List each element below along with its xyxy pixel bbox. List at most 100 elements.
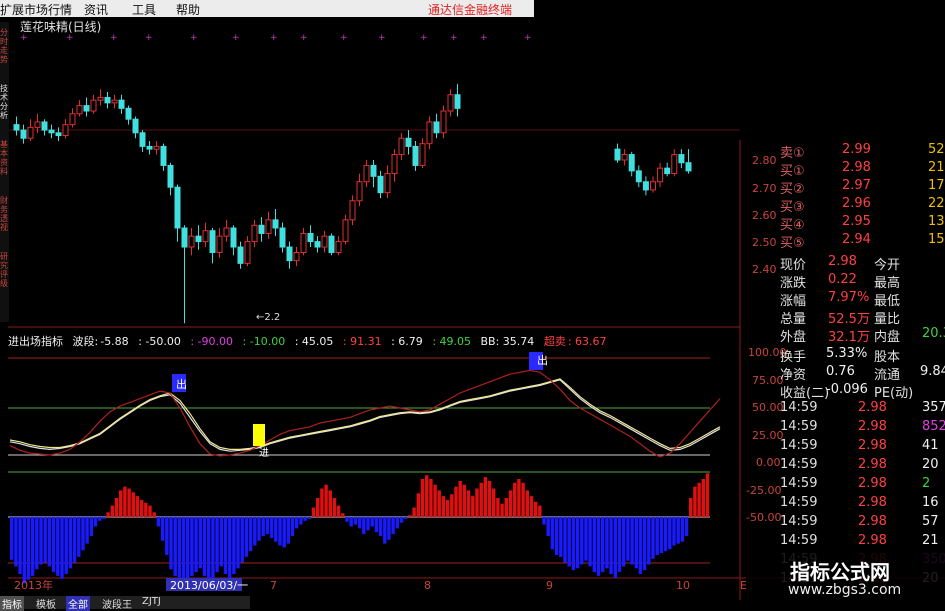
- candle-body-50: [363, 164, 370, 183]
- indicator-bar-45: [198, 517, 202, 569]
- candle-body-47: [342, 219, 349, 243]
- indicator-bar-95: [408, 515, 412, 517]
- indicator-bar-13: [64, 517, 68, 574]
- tick-time: 14:59: [780, 533, 818, 548]
- indicator-bar-103: [441, 496, 446, 517]
- tab-fundamental[interactable]: 基本资料: [0, 140, 9, 176]
- book-price: 2.95: [842, 214, 871, 229]
- candle-body-54: [391, 154, 398, 175]
- book-label: 买⑤: [780, 236, 805, 251]
- left-tab-strip: 分时走势 技术分析 基本资料 财务透视 研究评级: [0, 22, 9, 322]
- indicator-bar-2: [18, 517, 22, 574]
- book-row: 买① 2.98 21: [730, 158, 945, 179]
- indicator-bar-7: [39, 517, 43, 565]
- tick-row: 14:59 2.98 16: [730, 493, 945, 513]
- tab-zjtj[interactable]: ZJTJ: [140, 596, 163, 607]
- candle-body-5: [48, 129, 55, 134]
- indicator-bar-41: [181, 517, 186, 584]
- top-marker-2: +: [110, 33, 118, 43]
- tick-price: 2.98: [858, 400, 887, 415]
- watermark-url: www.zbgs3.com: [788, 582, 902, 598]
- quote-panel: 卖① 2.99 52 买① 2.98 21 买② 2.97 17 买③ 2.96 22 买④ 2.95 13…: [730, 140, 945, 609]
- book-volume: 13: [928, 214, 945, 229]
- stat-value: 0.76: [826, 364, 855, 379]
- indicator-bar-122: [521, 482, 525, 517]
- stat-value-2: 20.3: [922, 326, 945, 341]
- candle-body-1: [20, 129, 27, 139]
- candle-body-12: [97, 96, 104, 101]
- indicator-bar-0: [10, 517, 14, 560]
- indicator-bar-157: [668, 517, 672, 550]
- tick-volume: 20: [922, 457, 939, 472]
- tick-price: 2.98: [858, 514, 887, 529]
- top-marker-0: +: [20, 33, 28, 43]
- tick-price: 2.98: [858, 533, 887, 548]
- indicator-bar-99: [425, 475, 429, 517]
- candle-body-3: [34, 121, 41, 128]
- indicator-bar-90: [387, 517, 391, 540]
- indicator-bar-80: [345, 517, 349, 522]
- indicator-bar-3: [22, 517, 26, 584]
- indicator-bar-51: [223, 517, 228, 574]
- indicator-bar-78: [336, 505, 341, 517]
- indicator-bar-26: [119, 490, 123, 517]
- stat-row: 换手 5.33% 股本: [730, 344, 945, 365]
- tick-row: 14:59 2.98 20: [730, 455, 945, 475]
- candle-body-38: [279, 227, 286, 248]
- indicator-bar-82: [353, 517, 358, 525]
- indicator-bar-84: [362, 517, 366, 535]
- indicator-bar-68: [295, 517, 299, 529]
- indicator-bar-131: [559, 517, 563, 557]
- candle-body-26: [195, 235, 202, 243]
- indicator-line-0: [9, 379, 721, 452]
- candle-body-62: [447, 94, 454, 112]
- stat-label: 外盘: [780, 330, 807, 345]
- candle-body-9: [76, 105, 83, 115]
- tab-technical[interactable]: 技术分析: [0, 84, 9, 120]
- stat-row: 现价 2.98 今开: [730, 252, 945, 273]
- tick-row: 14:59 2.98 2: [730, 474, 945, 494]
- indicator-bars: [10, 473, 710, 584]
- tick-row: 14:59 2.98 357: [730, 398, 945, 418]
- indicator-bar-92: [395, 517, 399, 529]
- tab-research[interactable]: 研究评级: [0, 252, 9, 288]
- candle-body-65: [621, 154, 628, 161]
- indicator-bar-5: [31, 517, 35, 576]
- indicator-bar-113: [483, 477, 488, 517]
- tick-volume: 2: [922, 476, 931, 491]
- indicator-bar-158: [672, 517, 676, 546]
- candle-body-18: [139, 132, 146, 147]
- book-price: 2.96: [842, 196, 871, 211]
- indicator-bar-160: [680, 517, 685, 542]
- signal-out-2: 出: [537, 353, 548, 367]
- candle-body-28: [209, 230, 216, 253]
- indicator-bar-58: [253, 517, 257, 546]
- indicator-bar-67: [290, 517, 295, 536]
- indicator-bar-65: [282, 517, 286, 548]
- indicator-bar-141: [601, 517, 605, 573]
- indicator-bar-27: [123, 486, 127, 517]
- indicator-bar-1: [14, 517, 18, 567]
- book-volume: 17: [928, 178, 945, 193]
- indicator-bar-159: [676, 517, 680, 544]
- indicator-bar-119: [508, 490, 513, 517]
- candle-body-39: [286, 246, 293, 262]
- indicator-bar-135: [575, 517, 580, 569]
- indicator-bar-112: [479, 482, 483, 517]
- tab-financial[interactable]: 财务透视: [0, 196, 9, 232]
- indicator-bar-40: [177, 517, 182, 580]
- indicator-bar-35: [156, 517, 161, 527]
- indicator-bar-153: [651, 517, 655, 559]
- tick-price: 2.98: [858, 438, 887, 453]
- indicator-bar-163: [693, 486, 697, 517]
- candle-body-55: [398, 137, 405, 156]
- indicator-bar-118: [504, 498, 508, 517]
- candle-body-34: [251, 224, 258, 243]
- indicator-bar-48: [211, 517, 215, 580]
- date-month-8: 8: [424, 579, 431, 592]
- tick-time: 14:59: [780, 400, 818, 415]
- indicator-bar-60: [261, 517, 265, 536]
- indicator-bar-31: [139, 499, 144, 517]
- tab-intraday[interactable]: 分时走势: [0, 28, 9, 64]
- indicator-bar-145: [617, 517, 622, 573]
